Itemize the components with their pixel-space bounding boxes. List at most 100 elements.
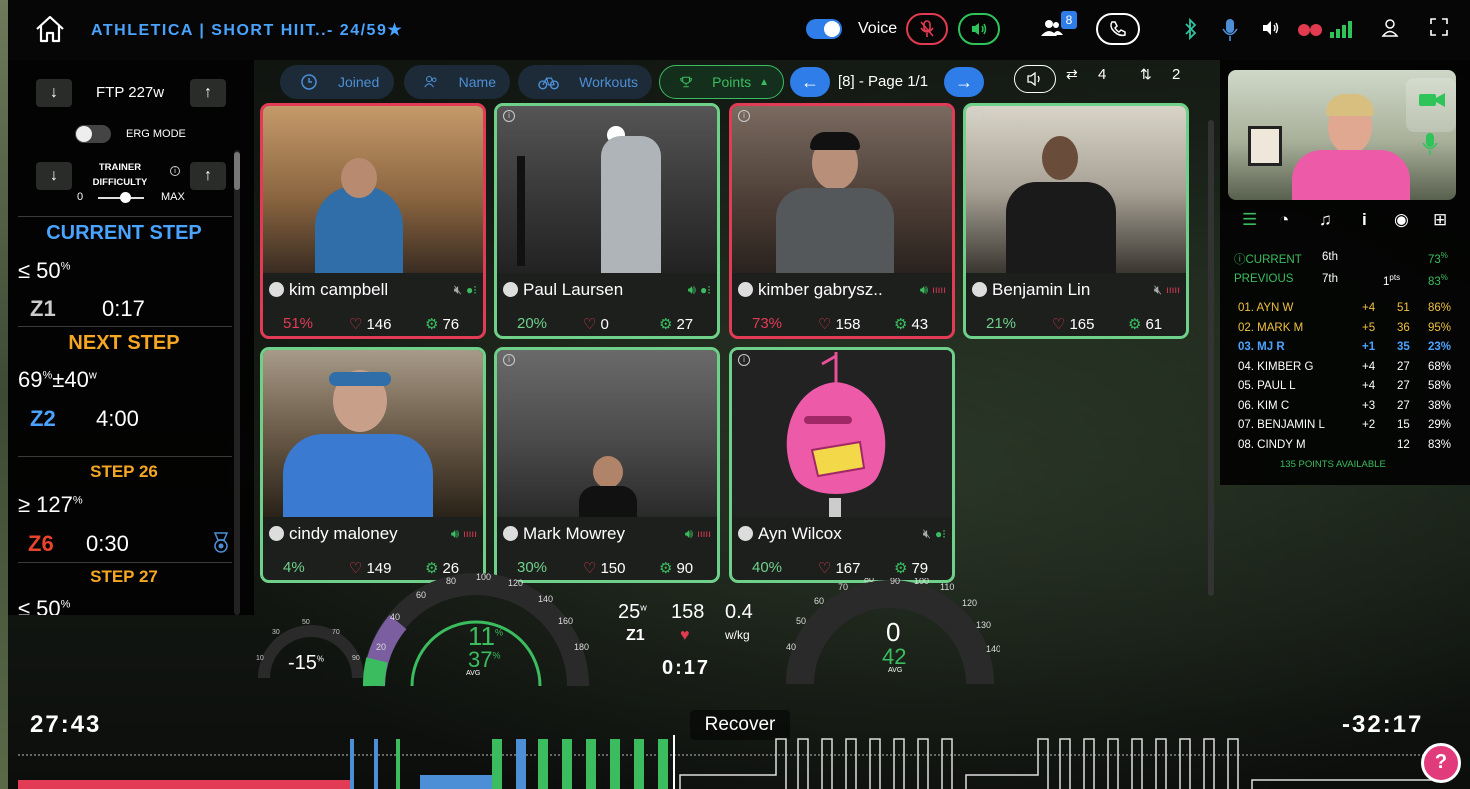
ftp-increase-button[interactable]: ↑: [190, 79, 226, 107]
difficulty-slider-knob[interactable]: [120, 192, 131, 203]
participant-tile[interactable]: i kimber gabrysz.. 🔊︎ ııııı 73% ♡ 158 ⚙ 43: [729, 103, 955, 339]
group-icon: ııııı: [932, 284, 946, 296]
participant-tile[interactable]: kim campbell 🔇︎ ●⁝ 51% ♡ 146 ⚙ 76: [260, 103, 486, 339]
steps-scrollbar[interactable]: [234, 150, 240, 615]
leaderboard-pct: 86%: [1428, 302, 1452, 314]
participant-tile[interactable]: cindy maloney 🔊︎ ııııı 4% ♡ 149 ⚙ 26: [260, 347, 486, 583]
leaderboard-row[interactable]: 01. AYN W +4 51 86%: [1236, 302, 1456, 321]
power-tick: 20: [376, 642, 386, 652]
name-label: Name: [458, 74, 496, 90]
face-icon: [972, 282, 987, 297]
step-26-zone: Z6: [28, 531, 54, 556]
leaderboard-row[interactable]: 06. KIM C +3 27 38%: [1236, 400, 1456, 419]
bluetooth-icon[interactable]: [1184, 18, 1198, 40]
current-pct-value: 73: [1428, 253, 1441, 266]
participant-tile[interactable]: i Ayn Wilcox 🔇︎ ●⁝ 40% ♡ 167 ⚙ 79: [729, 347, 955, 583]
current-target-unit: %: [60, 260, 71, 273]
leaderboard-row[interactable]: 08. CINDY M 12 83%: [1236, 439, 1456, 458]
leaderboard-row[interactable]: 05. PAUL L +4 27 58%: [1236, 380, 1456, 399]
steps-scroll-thumb[interactable]: [234, 152, 240, 190]
microphone-icon[interactable]: [1222, 18, 1238, 42]
heart-rate-icon: ♥: [680, 627, 690, 644]
sort-joined-button[interactable]: Joined: [280, 65, 394, 99]
current-step-title: CURRENT STEP: [46, 222, 202, 244]
speaker-icon: 🔊︎: [450, 526, 460, 541]
next-page-button[interactable]: →: [944, 67, 984, 97]
eye-icon[interactable]: ◉: [1394, 210, 1409, 230]
prev-page-button[interactable]: ←: [790, 67, 830, 97]
difficulty-info-icon[interactable]: i: [170, 166, 180, 176]
trophy-icon: [680, 76, 693, 88]
info-icon[interactable]: i: [738, 110, 750, 122]
add-panel-icon[interactable]: ⊞: [1433, 210, 1447, 230]
participant-tile[interactable]: i Benjamin Lin 🔇︎ ııııı 21% ♡ 165 ⚙ 61: [963, 103, 1189, 339]
balance-tick: 30: [272, 629, 280, 636]
home-icon[interactable]: [34, 14, 66, 44]
step-27-title: STEP 27: [90, 567, 158, 586]
participant-name: kimber gabrysz..: [758, 280, 883, 299]
fullscreen-icon[interactable]: [1430, 18, 1448, 36]
speaker-icon: 🔊︎: [919, 282, 929, 297]
tile-status-icons: 🔊︎ ııııı: [451, 526, 477, 542]
tiles-scrollbar[interactable]: [1208, 120, 1214, 596]
hr-value: 167: [835, 560, 861, 577]
user-icon[interactable]: [1381, 18, 1399, 38]
workout-control-panel: ↓ FTP 227w ↑ ERG MODE ↓ TRAINER DIFFICUL…: [8, 60, 254, 615]
erg-mode-toggle[interactable]: [75, 125, 111, 143]
ftp-decrease-button[interactable]: ↓: [36, 79, 72, 107]
leaderboard-delta: +2: [1362, 419, 1376, 431]
watts-value: 25w: [618, 601, 647, 624]
balance-tick: 90: [352, 655, 360, 662]
leaderboard-row[interactable]: 07. BENJAMIN L +2 15 29%: [1236, 419, 1456, 438]
speaker-toggle-button[interactable]: [1014, 65, 1056, 93]
camera-icon[interactable]: [1418, 90, 1446, 110]
leaderboard-row[interactable]: 03. MJ R +1 35 23%: [1236, 341, 1456, 360]
participant-cadence: ⚙ 61: [1128, 315, 1162, 333]
leaderboard-row[interactable]: 02. MARK M +5 36 95%: [1236, 322, 1456, 341]
mute-mic-button[interactable]: [906, 13, 948, 45]
speaker-button[interactable]: [958, 13, 1000, 45]
profile-bar: [492, 739, 502, 789]
profile-bar: [634, 739, 644, 789]
info-icon[interactable]: i: [503, 110, 515, 122]
list-icon[interactable]: ☰: [1242, 210, 1257, 230]
difficulty-decrease-button[interactable]: ↓: [36, 162, 72, 190]
profile-bar: [610, 739, 620, 789]
leaderboard-row[interactable]: 04. KIMBER G +4 27 68%: [1236, 361, 1456, 380]
help-button[interactable]: ?: [1421, 743, 1461, 783]
leaderboard-name: 08. CINDY M: [1238, 438, 1306, 451]
page-indicator: [8] - Page 1/1: [838, 73, 929, 90]
muted-speaker-icon: 🔇︎: [1153, 282, 1163, 297]
face-icon: [738, 526, 753, 541]
workouts-label: Workouts: [579, 74, 638, 90]
zone-value: Z1: [626, 627, 645, 644]
sort-count: 2: [1172, 66, 1181, 83]
participant-tile[interactable]: i Paul Laursen 🔊︎ ●⁝ 20% ♡ 0 ⚙ 27: [494, 103, 720, 339]
ftp-value: FTP 227w: [96, 84, 165, 101]
previous-pct-value: 83: [1428, 275, 1441, 288]
info-icon[interactable]: i: [1362, 210, 1367, 230]
info-icon[interactable]: i: [972, 110, 984, 122]
current-rank-row: ⓘCURRENT: [1234, 251, 1302, 267]
sort-workouts-button[interactable]: Workouts: [518, 65, 652, 99]
participants-icon[interactable]: [1041, 18, 1063, 38]
difficulty-increase-button[interactable]: ↑: [190, 162, 226, 190]
leaderboard-delta: +4: [1362, 360, 1376, 373]
voice-toggle[interactable]: [806, 19, 842, 39]
volume-icon[interactable]: [1261, 18, 1281, 38]
leaderboard-name: 03. MJ R: [1238, 341, 1285, 353]
self-mic-icon[interactable]: [1422, 132, 1438, 156]
balance-unit: %: [316, 654, 325, 664]
info-icon[interactable]: i: [503, 354, 515, 366]
next-step-zone: Z2: [30, 406, 56, 431]
sort-points-button[interactable]: Points ▲: [659, 65, 784, 99]
swap-icon[interactable]: ⇄: [1066, 66, 1078, 83]
sort-arrows-icon[interactable]: ⇅: [1140, 66, 1152, 83]
music-icon[interactable]: ♫: [1319, 210, 1332, 230]
participant-tile[interactable]: i Mark Mowrey 🔊︎ ııııı 30% ♡ 150 ⚙ 90: [494, 347, 720, 583]
info-icon[interactable]: i: [738, 354, 750, 366]
sort-name-button[interactable]: Name: [404, 65, 510, 99]
power-tick: 100: [476, 572, 491, 582]
call-button[interactable]: [1096, 13, 1140, 45]
gauge-icon[interactable]: ◔: [1279, 210, 1289, 230]
